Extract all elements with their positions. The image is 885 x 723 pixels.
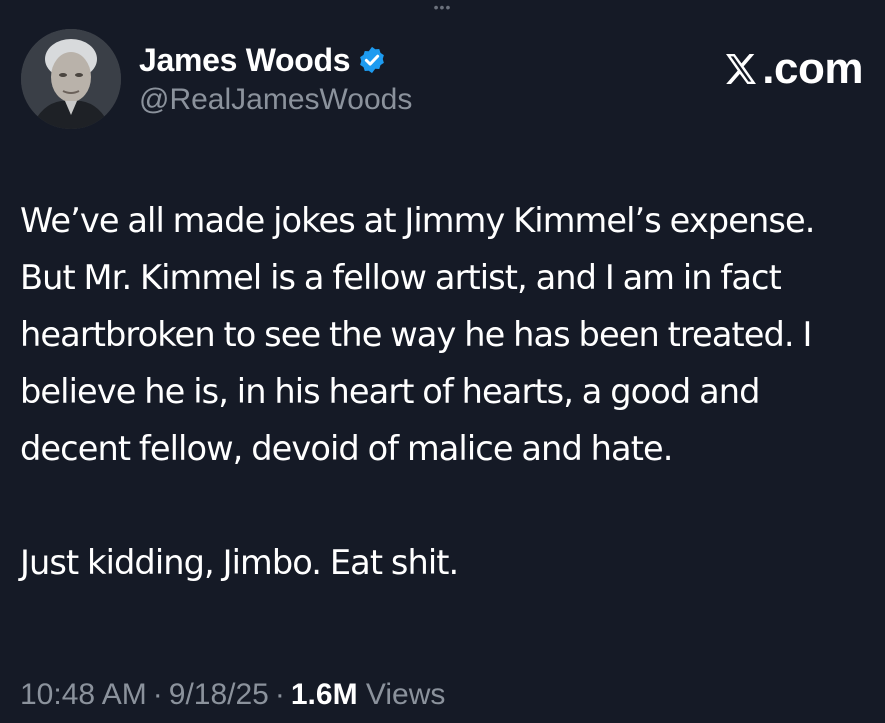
tweet-paragraph: We’ve all made jokes at Jimmy Kimmel’s e…	[20, 201, 824, 468]
views-label: Views	[365, 678, 446, 711]
avatar-photo	[21, 29, 121, 129]
tweet-text: We’ve all made jokes at Jimmy Kimmel’s e…	[20, 192, 875, 591]
x-brand-watermark: .com	[721, 44, 863, 94]
name-row: James Woods	[139, 40, 412, 80]
x-logo-icon	[721, 49, 761, 89]
tweet-date[interactable]: 9/18/25	[169, 678, 269, 711]
drag-handle: •••	[433, 0, 452, 15]
verified-badge-icon	[357, 45, 387, 75]
meta-separator: ·	[274, 678, 285, 711]
meta-separator: ·	[152, 678, 163, 711]
tweet-paragraph: Just kidding, Jimbo. Eat shit.	[20, 543, 459, 582]
brand-label: .com	[762, 44, 863, 93]
tweet-meta: 10:48 AM · 9/18/25 · 1.6M Views	[20, 675, 445, 715]
views-count[interactable]: 1.6M	[291, 678, 358, 711]
tweet-time[interactable]: 10:48 AM	[20, 678, 147, 711]
user-handle[interactable]: @RealJamesWoods	[139, 80, 412, 120]
avatar[interactable]	[21, 29, 121, 129]
author-block[interactable]: James Woods @RealJamesWoods	[139, 40, 412, 120]
display-name[interactable]: James Woods	[139, 42, 351, 79]
